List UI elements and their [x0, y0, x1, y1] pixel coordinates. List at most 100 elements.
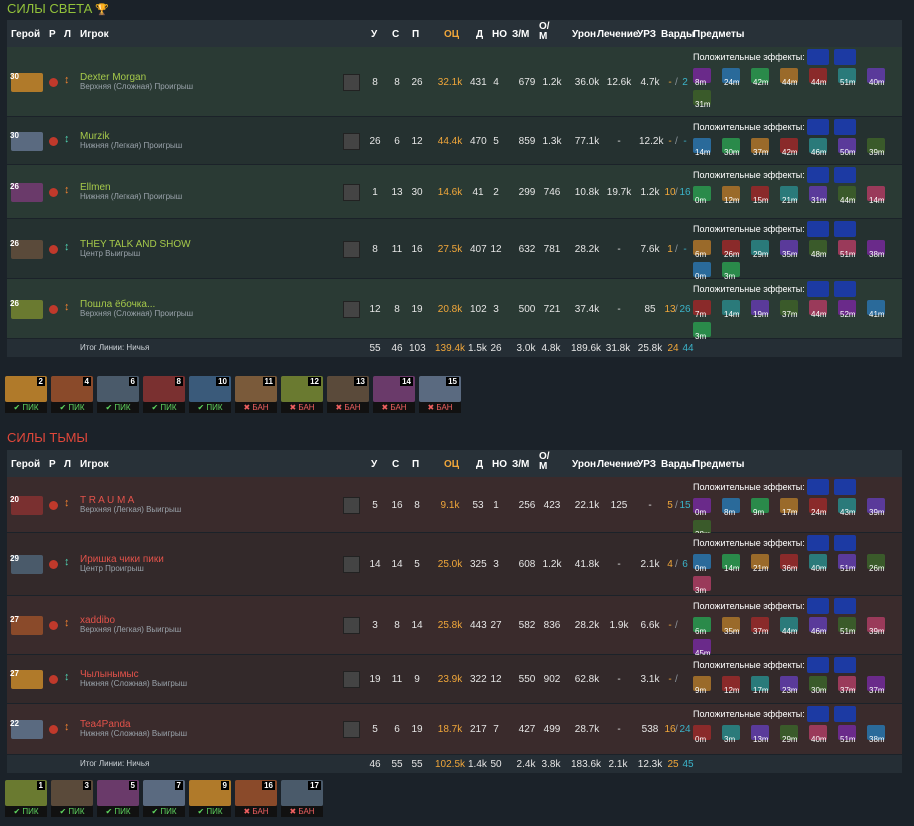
- header-dmg[interactable]: Урон: [572, 29, 596, 40]
- buff-icon[interactable]: [807, 706, 829, 722]
- item-time: 46m: [811, 148, 827, 157]
- pick-slot[interactable]: 16 ✖ БАН: [235, 780, 277, 820]
- pick-slot[interactable]: 8 ✔ ПИК: [143, 376, 185, 416]
- total-nw: 102.5k: [435, 759, 466, 770]
- buff-icon[interactable]: [807, 221, 829, 237]
- header-dmg[interactable]: Урон: [572, 459, 596, 470]
- header-nw[interactable]: ОЦ: [444, 459, 459, 470]
- item-time: 24m: [724, 78, 740, 87]
- header-l[interactable]: Л: [64, 29, 71, 40]
- stat-a: 14: [411, 620, 423, 631]
- avatar[interactable]: [343, 497, 360, 514]
- pick-slot[interactable]: 14 ✖ БАН: [373, 376, 415, 416]
- buff-icon[interactable]: [807, 535, 829, 551]
- buff-icon[interactable]: [807, 49, 829, 65]
- buff-icon[interactable]: [834, 598, 856, 614]
- header-wards[interactable]: Варды: [661, 459, 695, 470]
- buff-icon[interactable]: [807, 167, 829, 183]
- stat-dmg: 41.8k: [574, 559, 600, 570]
- buff-icon[interactable]: [807, 119, 829, 135]
- buff-icon[interactable]: [834, 479, 856, 495]
- buff-icon[interactable]: [807, 479, 829, 495]
- pick-slot[interactable]: 5 ✔ ПИК: [97, 780, 139, 820]
- pick-slot[interactable]: 10 ✔ ПИК: [189, 376, 231, 416]
- wards-sentry: 6: [682, 559, 688, 570]
- total-k: 55: [369, 343, 381, 354]
- header-gpm[interactable]: З/М: [512, 459, 529, 470]
- avatar[interactable]: [343, 133, 360, 150]
- header-heal[interactable]: Лечение: [597, 29, 638, 40]
- avatar[interactable]: [343, 241, 360, 258]
- stat-gpm: 608: [518, 559, 536, 570]
- header-items[interactable]: Предметы: [693, 459, 744, 470]
- pick-slot[interactable]: 13 ✖ БАН: [327, 376, 369, 416]
- item-time: 26m: [724, 250, 740, 259]
- avatar[interactable]: [343, 617, 360, 634]
- player-lane: Центр Выигрыш: [80, 249, 141, 258]
- stat-d: 11: [391, 674, 403, 685]
- header-k[interactable]: У: [371, 459, 377, 470]
- header-d[interactable]: С: [392, 459, 399, 470]
- pick-slot[interactable]: 9 ✔ ПИК: [189, 780, 231, 820]
- header-heal[interactable]: Лечение: [597, 459, 638, 470]
- buff-icon[interactable]: [834, 706, 856, 722]
- avatar[interactable]: [343, 184, 360, 201]
- stat-dn: 2: [493, 187, 499, 198]
- header-player[interactable]: Игрок: [80, 29, 109, 40]
- header-xpm[interactable]: О/ М: [539, 452, 553, 472]
- pick-slot[interactable]: 12 ✖ БАН: [281, 376, 323, 416]
- header-bld[interactable]: УРЗ: [637, 29, 656, 40]
- avatar[interactable]: [343, 556, 360, 573]
- buff-icon[interactable]: [834, 535, 856, 551]
- header-a[interactable]: П: [412, 29, 419, 40]
- stat-bld: 1.2k: [640, 187, 660, 198]
- item-time: 17m: [782, 508, 798, 517]
- header-player[interactable]: Игрок: [80, 459, 109, 470]
- pick-slot[interactable]: 2 ✔ ПИК: [5, 376, 47, 416]
- header-nw[interactable]: ОЦ: [444, 29, 459, 40]
- buff-icon[interactable]: [834, 281, 856, 297]
- buff-icon[interactable]: [834, 167, 856, 183]
- header-r[interactable]: Р: [49, 459, 56, 470]
- avatar[interactable]: [343, 671, 360, 688]
- header-hero[interactable]: Герой: [11, 29, 40, 40]
- header-dn[interactable]: НО: [492, 459, 507, 470]
- header-bld[interactable]: УРЗ: [637, 459, 656, 470]
- pick-slot[interactable]: 17 ✖ БАН: [281, 780, 323, 820]
- avatar[interactable]: [343, 301, 360, 318]
- avatar[interactable]: [343, 74, 360, 91]
- pick-slot[interactable]: 4 ✔ ПИК: [51, 376, 93, 416]
- pick-slot[interactable]: 11 ✖ БАН: [235, 376, 277, 416]
- header-k[interactable]: У: [371, 29, 377, 40]
- pick-slot[interactable]: 15 ✖ БАН: [419, 376, 461, 416]
- hero-level: 20: [10, 495, 19, 504]
- buff-icon[interactable]: [834, 221, 856, 237]
- header-a[interactable]: П: [412, 459, 419, 470]
- header-xpm[interactable]: О/ М: [539, 22, 553, 42]
- header-r[interactable]: Р: [49, 29, 56, 40]
- pick-status: ✔ ПИК: [51, 402, 93, 413]
- avatar[interactable]: [343, 721, 360, 738]
- header-items[interactable]: Предметы: [693, 29, 744, 40]
- table-row: 26 ↕ Ellmen Нижняя (Легкая) Проигрыш 1 13 30 14…: [7, 165, 902, 218]
- pick-slot[interactable]: 6 ✔ ПИК: [97, 376, 139, 416]
- header-wards[interactable]: Варды: [661, 29, 695, 40]
- radiant-picks: 2 ✔ ПИК 4 ✔ ПИК 6 ✔ ПИК 8 ✔ ПИК 10 ✔ ПИК 11 ✖ БАН 12…: [5, 376, 465, 416]
- buff-icon[interactable]: [807, 281, 829, 297]
- buff-icon[interactable]: [834, 49, 856, 65]
- buff-icon[interactable]: [834, 657, 856, 673]
- header-lh[interactable]: Д: [476, 29, 483, 40]
- header-lh[interactable]: Д: [476, 459, 483, 470]
- buff-icon[interactable]: [834, 119, 856, 135]
- buff-icon[interactable]: [807, 657, 829, 673]
- pick-slot[interactable]: 3 ✔ ПИК: [51, 780, 93, 820]
- header-l[interactable]: Л: [64, 459, 71, 470]
- header-hero[interactable]: Герой: [11, 459, 40, 470]
- pick-slot[interactable]: 1 ✔ ПИК: [5, 780, 47, 820]
- header-gpm[interactable]: З/М: [512, 29, 529, 40]
- header-dn[interactable]: НО: [492, 29, 507, 40]
- pick-slot[interactable]: 7 ✔ ПИК: [143, 780, 185, 820]
- header-d[interactable]: С: [392, 29, 399, 40]
- buff-icon[interactable]: [807, 598, 829, 614]
- item-time: 37m: [753, 627, 769, 636]
